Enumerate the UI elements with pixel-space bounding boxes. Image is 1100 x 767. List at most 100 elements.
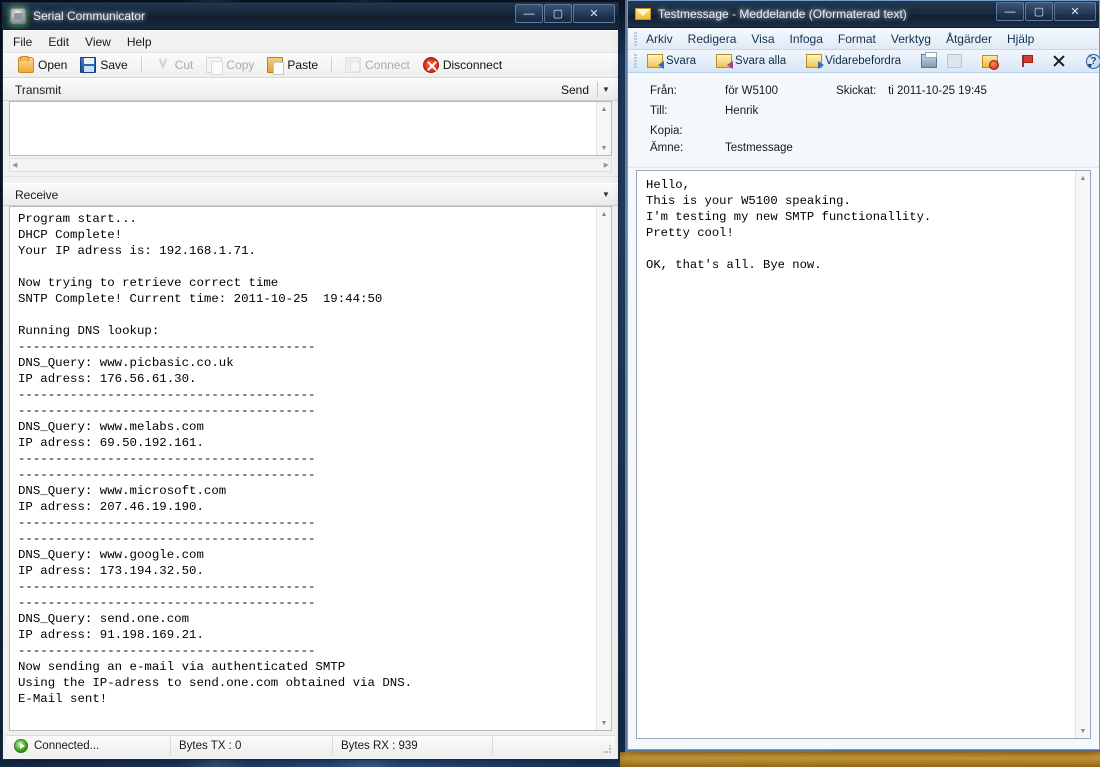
connect-label: Connect [365,58,410,72]
mail-toolbar[interactable]: Svara Svara alla Vidarebefordra [628,50,1099,73]
delete-button[interactable] [1049,53,1069,69]
minimize-button[interactable]: — [515,4,543,23]
folder-open-icon [18,57,34,73]
scroll-up-icon[interactable]: ▲ [597,102,611,116]
mail-menubar[interactable]: Arkiv Redigera Visa Infoga Format Verkty… [628,28,1099,50]
taskbar[interactable] [620,752,1100,767]
mail-header-fields: Från: för W5100 Skickat: ti 2011-10-25 1… [628,73,1099,168]
header-row-from: Från: för W5100 Skickat: ti 2011-10-25 1… [650,85,1089,105]
maximize-button[interactable]: ▢ [544,4,572,23]
serial-menubar[interactable]: File Edit View Help [3,31,618,53]
mail-titlebar[interactable]: Testmessage - Meddelande (Oformaterad te… [628,1,1099,28]
menu-item-arkiv[interactable]: Arkiv [646,32,673,46]
status-bytes-rx: Bytes RX : 939 [333,736,493,756]
disconnect-button[interactable]: Disconnect [418,55,507,75]
close-button[interactable]: ✕ [573,4,615,23]
serial-communicator-window[interactable]: Serial Communicator — ▢ ✕ File Edit View… [2,2,619,760]
reply-label: Svara [666,55,696,67]
block-sender-icon [982,55,998,68]
menu-item-visa[interactable]: Visa [751,32,774,46]
mail-body-container[interactable]: Hello, This is your W5100 speaking. I'm … [636,170,1091,739]
menu-item-infoga[interactable]: Infoga [790,32,823,46]
reply-all-icon [716,54,732,68]
header-row-to: Till: Henrik [650,105,1089,125]
toolbar-grip[interactable] [634,55,637,68]
menu-item-atgarder[interactable]: Åtgärder [946,32,992,46]
to-label: Till: [650,105,725,117]
window-controls[interactable]: — ▢ ✕ [514,4,615,23]
send-button[interactable]: Send [561,83,597,97]
open-button[interactable]: Open [13,55,72,75]
from-value[interactable]: för W5100 [725,85,778,97]
scroll-down-icon[interactable]: ▼ [1076,724,1090,738]
scroll-left-icon[interactable]: ◀ [12,161,17,169]
chevron-down-icon[interactable]: ▼ [598,187,614,203]
scroll-down-icon[interactable]: ▼ [597,716,611,730]
chevron-down-icon: ▼ [1087,63,1094,70]
chevron-down-icon[interactable]: ▼ [598,82,614,98]
scroll-up-icon[interactable]: ▲ [597,207,611,221]
flag-button[interactable] [1015,53,1035,69]
envelope-icon [635,8,651,20]
menubar-grip[interactable] [634,32,637,45]
clipboard-icon [267,57,283,73]
close-button[interactable]: ✕ [1054,2,1096,21]
toolbar-separator [331,57,332,73]
mail-window-controls[interactable]: — ▢ ✕ [995,2,1096,21]
serial-titlebar[interactable]: Serial Communicator — ▢ ✕ [3,3,618,30]
menu-item-redigera[interactable]: Redigera [688,32,737,46]
forward-button[interactable]: Vidarebefordra [803,53,904,69]
save-button[interactable]: Save [75,55,132,75]
serial-client-area: File Edit View Help Open Save Cut Copy [3,30,618,759]
floppy-disk-icon [80,57,96,73]
minimize-button[interactable]: — [996,2,1024,21]
reply-button[interactable]: Svara [644,53,699,69]
scroll-down-icon[interactable]: ▼ [597,141,611,155]
expand-icon: » [1088,53,1092,60]
panel-splitter[interactable] [3,176,618,183]
menu-item-hjalp[interactable]: Hjälp [1007,32,1034,46]
print-button[interactable] [918,53,940,69]
menu-item-edit[interactable]: Edit [48,35,69,49]
plug-icon [345,57,361,73]
menu-item-verktyg[interactable]: Verktyg [891,32,931,46]
paste-label: Paste [287,58,318,72]
resize-grip[interactable] [602,744,612,754]
status-extra [493,736,615,756]
disconnect-icon [423,57,439,73]
copy-icon [947,54,962,68]
menu-item-format[interactable]: Format [838,32,876,46]
scroll-up-icon[interactable]: ▲ [1076,171,1090,185]
copy-button[interactable] [944,53,965,69]
connected-icon [14,739,28,753]
maximize-button[interactable]: ▢ [1025,2,1053,21]
flag-icon [1018,54,1032,68]
block-sender-button[interactable] [979,54,1001,69]
transmit-title: Transmit [15,83,61,97]
connection-label: Connected... [34,740,99,752]
paste-button[interactable]: Paste [262,55,323,75]
transmit-vertical-scrollbar[interactable]: ▲ ▼ [596,102,611,155]
transmit-horizontal-scrollbar[interactable]: ◀ ▶ [9,158,612,172]
to-value[interactable]: Henrik [725,105,758,117]
mail-message-window[interactable]: Testmessage - Meddelande (Oformaterad te… [627,0,1100,750]
scroll-right-icon[interactable]: ▶ [604,161,609,169]
receive-textarea[interactable]: Program start... DHCP Complete! Your IP … [9,206,612,731]
transmit-input[interactable] [10,102,596,155]
receive-panel-header: Receive ▼ [3,183,618,206]
forward-label: Vidarebefordra [825,55,901,67]
disconnect-label: Disconnect [443,58,502,72]
mail-body-text: Hello, This is your W5100 speaking. I'm … [637,171,1075,738]
menu-item-file[interactable]: File [13,35,32,49]
mail-vertical-scrollbar[interactable]: ▲ ▼ [1075,171,1090,738]
menu-item-view[interactable]: View [85,35,111,49]
serial-toolbar[interactable]: Open Save Cut Copy Paste Connec [3,53,618,78]
open-label: Open [38,58,67,72]
header-row-cc: Kopia: [650,125,1089,142]
transmit-textarea[interactable]: ▲ ▼ [9,101,612,156]
toolbar-overflow-button[interactable]: » ▼ [1084,51,1096,71]
scissors-icon [155,57,171,73]
receive-vertical-scrollbar[interactable]: ▲ ▼ [596,207,611,730]
reply-all-button[interactable]: Svara alla [713,53,789,69]
menu-item-help[interactable]: Help [127,35,152,49]
